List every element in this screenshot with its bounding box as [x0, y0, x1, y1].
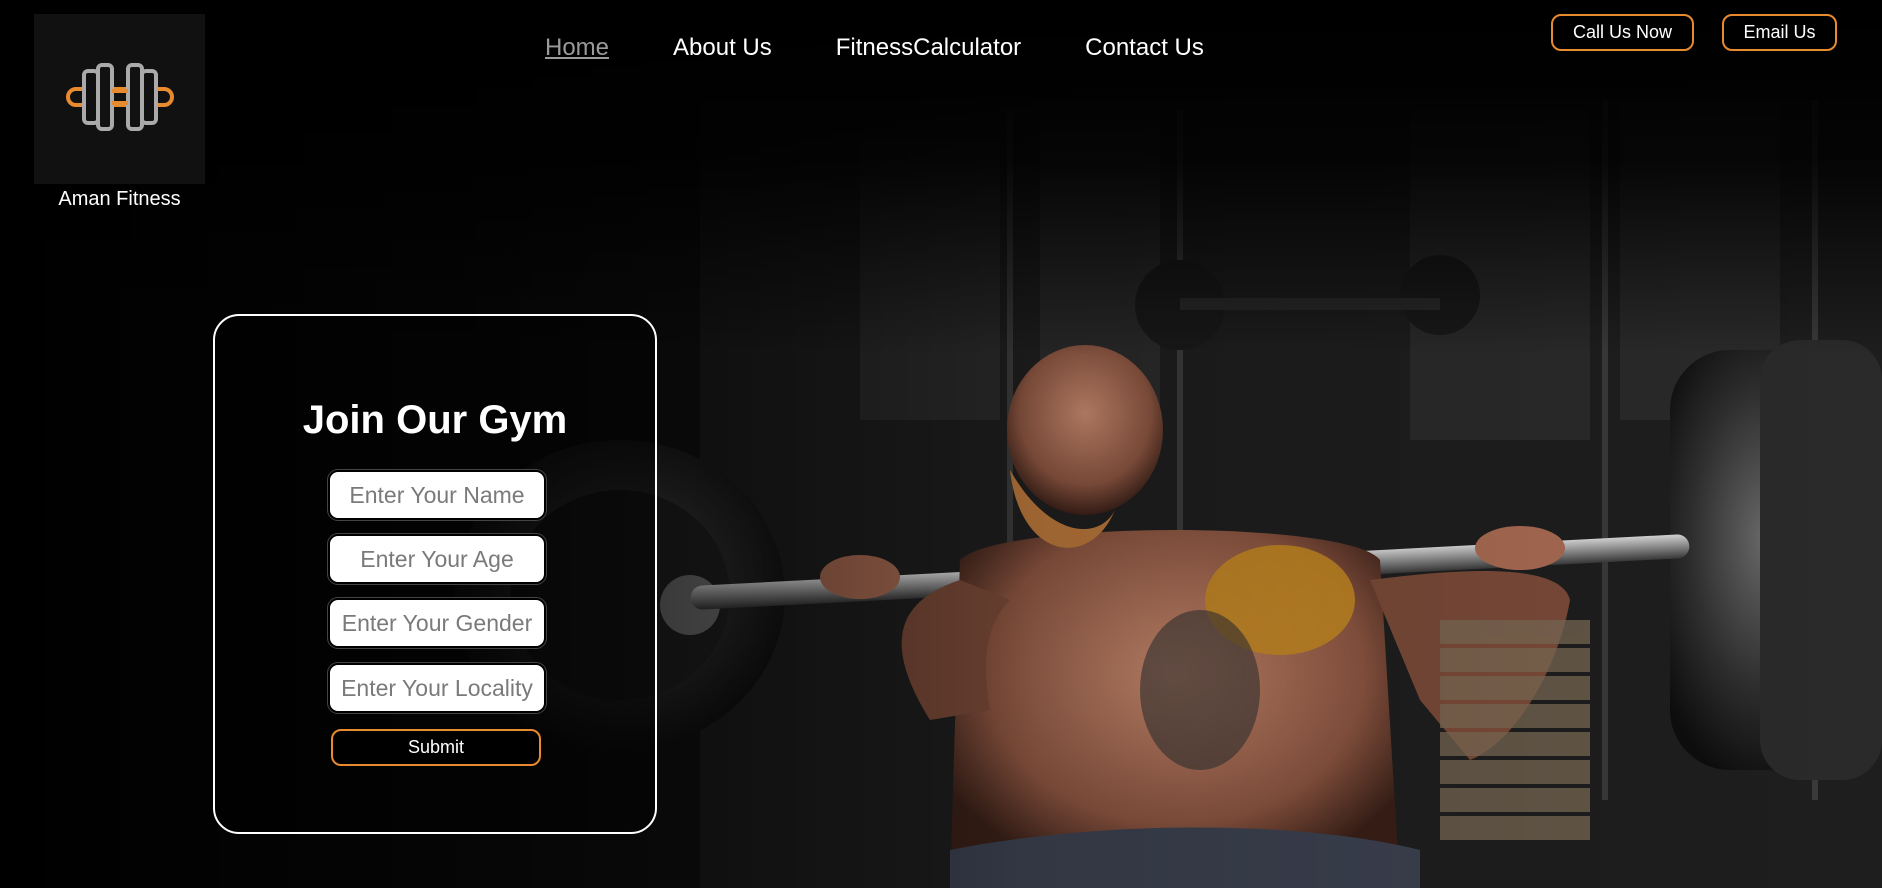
locality-input[interactable] [328, 663, 546, 713]
nav-contact-us[interactable]: Contact Us [1085, 34, 1204, 62]
submit-button[interactable]: Submit [331, 729, 541, 766]
main-nav: Home About Us FitnessCalculator Contact … [545, 34, 1268, 62]
join-gym-form: Join Our Gym Submit [213, 314, 657, 834]
call-us-button[interactable]: Call Us Now [1551, 14, 1694, 51]
nav-fitness-calculator[interactable]: FitnessCalculator [836, 34, 1021, 62]
brand-name: Aman Fitness [58, 188, 181, 210]
nav-about-us[interactable]: About Us [673, 34, 772, 62]
email-us-button[interactable]: Email Us [1722, 14, 1837, 51]
logo[interactable] [34, 14, 205, 184]
form-title: Join Our Gym [302, 398, 568, 442]
nav-home[interactable]: Home [545, 34, 609, 62]
name-input[interactable] [328, 470, 546, 520]
gender-input[interactable] [328, 598, 546, 648]
age-input[interactable] [328, 534, 546, 584]
dumbbell-icon [64, 61, 176, 138]
